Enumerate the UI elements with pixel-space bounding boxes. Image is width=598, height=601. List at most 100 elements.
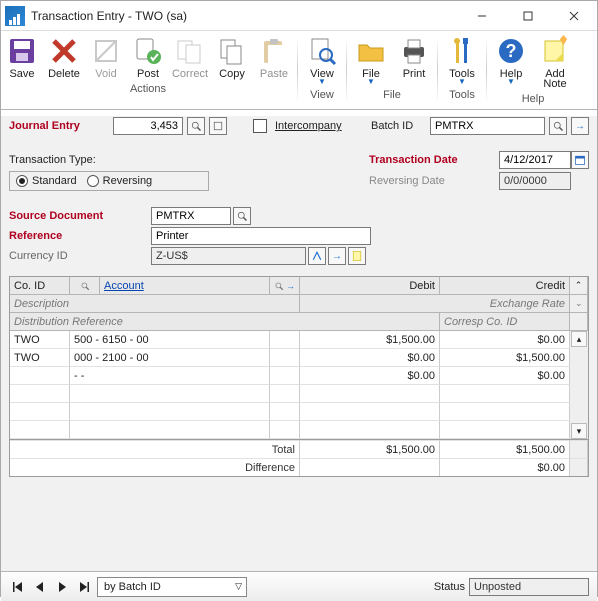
journal-entry-expand[interactable]: [209, 117, 227, 135]
table-row: [10, 403, 570, 421]
post-button[interactable]: Post: [127, 31, 169, 82]
save-label: Save: [9, 68, 34, 80]
source-doc-input[interactable]: [151, 207, 231, 225]
void-button[interactable]: Void: [85, 31, 127, 82]
sub-description[interactable]: Description: [10, 295, 300, 313]
total-label: Total: [10, 440, 300, 458]
help-button[interactable]: ? Help ▼: [489, 31, 533, 92]
total-debit: $1,500.00: [300, 440, 440, 458]
calendar-icon[interactable]: [571, 151, 589, 169]
reversing-radio[interactable]: Reversing: [87, 175, 153, 187]
close-button[interactable]: [551, 1, 597, 31]
save-button[interactable]: Save: [1, 31, 43, 82]
hdr-debit[interactable]: Debit: [300, 277, 440, 295]
content: Journal Entry Intercompany Batch ID → Tr…: [1, 116, 597, 601]
currency-expand[interactable]: [308, 247, 326, 265]
delete-icon: [48, 35, 80, 67]
last-record-button[interactable]: [75, 579, 93, 595]
tools-icon: [446, 35, 478, 67]
print-icon: [398, 35, 430, 67]
grid-header-row-1: Co. ID Account → Debit Credit ⌃: [10, 277, 588, 295]
batch-id-go[interactable]: →: [571, 117, 589, 135]
paste-icon: [258, 35, 290, 67]
sub-corresp[interactable]: Corresp Co. ID: [440, 313, 570, 331]
folder-icon: [355, 35, 387, 67]
maximize-button[interactable]: [505, 1, 551, 31]
grid-header-row-2: Description Exchange Rate ⌄: [10, 295, 588, 313]
view-button[interactable]: View ▼: [300, 31, 344, 88]
ribbon-group-file: File ▼ Print File: [349, 31, 435, 109]
tools-button[interactable]: Tools ▼: [440, 31, 484, 88]
chevron-down-icon: ▼: [367, 78, 375, 86]
post-icon: [132, 35, 164, 67]
distribution-grid: Co. ID Account → Debit Credit ⌃ Descript…: [9, 276, 589, 440]
sort-by-combo[interactable]: by Batch ID ▽: [97, 577, 247, 597]
help-icon: ?: [495, 35, 527, 67]
hdr-acct-tools[interactable]: →: [270, 277, 300, 295]
copy-button[interactable]: Copy: [211, 31, 253, 82]
sub-exchange[interactable]: Exchange Rate: [300, 295, 570, 313]
currency-note[interactable]: [348, 247, 366, 265]
scroll-up-icon[interactable]: ▴: [571, 331, 587, 347]
reference-label: Reference: [9, 230, 149, 242]
grid-expand-down[interactable]: ⌄: [570, 295, 588, 313]
post-label: Post: [137, 68, 159, 80]
hdr-account[interactable]: Account: [100, 277, 270, 295]
journal-entry-label: Journal Entry: [9, 120, 109, 132]
next-record-button[interactable]: [53, 579, 71, 595]
currency-go[interactable]: →: [328, 247, 346, 265]
table-row: TWO000 - 2100 - 00$0.00$1,500.00: [10, 349, 570, 367]
table-row: [10, 385, 570, 403]
intercompany-checkbox[interactable]: [253, 119, 267, 133]
grid-expand-up[interactable]: ⌃: [570, 277, 588, 295]
app-icon: [5, 6, 25, 26]
standard-radio[interactable]: Standard: [16, 175, 77, 187]
intercompany-label[interactable]: Intercompany: [275, 120, 342, 132]
chevron-down-icon: ▼: [458, 78, 466, 86]
note-icon: [539, 35, 571, 67]
batch-id-input[interactable]: [430, 117, 545, 135]
trx-date-label: Transaction Date: [369, 154, 499, 166]
ribbon-group-actions: Save Delete Void Post Correct Copy: [1, 31, 295, 109]
source-doc-lookup[interactable]: [233, 207, 251, 225]
add-note-button[interactable]: Add Note: [533, 31, 577, 92]
sub-dist-ref[interactable]: Distribution Reference: [10, 313, 440, 331]
delete-button[interactable]: Delete: [43, 31, 85, 82]
grid-body[interactable]: TWO500 - 6150 - 00$1,500.00$0.00 TWO000 …: [10, 331, 570, 439]
grid-header-row-3: Distribution Reference Corresp Co. ID: [10, 313, 588, 331]
view-icon: [306, 35, 338, 67]
hdr-co-tools[interactable]: [70, 277, 100, 295]
void-icon: [90, 35, 122, 67]
print-label: Print: [403, 68, 426, 80]
file-button[interactable]: File ▼: [349, 31, 393, 88]
total-credit: $1,500.00: [440, 440, 570, 458]
hdr-co[interactable]: Co. ID: [10, 277, 70, 295]
void-label: Void: [95, 68, 116, 80]
first-record-button[interactable]: [9, 579, 27, 595]
diff-value: $0.00: [440, 458, 570, 476]
journal-entry-input[interactable]: [113, 117, 183, 135]
table-row: - -$0.00$0.00: [10, 367, 570, 385]
group-label-tools: Tools: [449, 88, 475, 103]
minimize-button[interactable]: [459, 1, 505, 31]
scroll-down-icon[interactable]: ▾: [571, 423, 587, 439]
group-label-actions: Actions: [130, 82, 166, 97]
rev-date-label: Reversing Date: [369, 175, 499, 187]
prev-record-button[interactable]: [31, 579, 49, 595]
svg-text:?: ?: [506, 41, 517, 61]
grid-scrollbar[interactable]: ▴ ▾: [570, 331, 588, 439]
copy-label: Copy: [219, 68, 245, 80]
correct-button[interactable]: Correct: [169, 31, 211, 82]
print-button[interactable]: Print: [393, 31, 435, 88]
save-icon: [6, 35, 38, 67]
batch-id-label: Batch ID: [371, 120, 426, 132]
chevron-down-icon: ▼: [507, 78, 515, 86]
hdr-credit[interactable]: Credit: [440, 277, 570, 295]
journal-entry-lookup[interactable]: [187, 117, 205, 135]
addnote-label-2: Note: [543, 78, 566, 90]
reference-input[interactable]: [151, 227, 371, 245]
paste-button[interactable]: Paste: [253, 31, 295, 82]
batch-id-lookup[interactable]: [549, 117, 567, 135]
ribbon-group-help: ? Help ▼ Add Note Help: [489, 31, 577, 109]
trx-date-input[interactable]: [499, 151, 571, 169]
